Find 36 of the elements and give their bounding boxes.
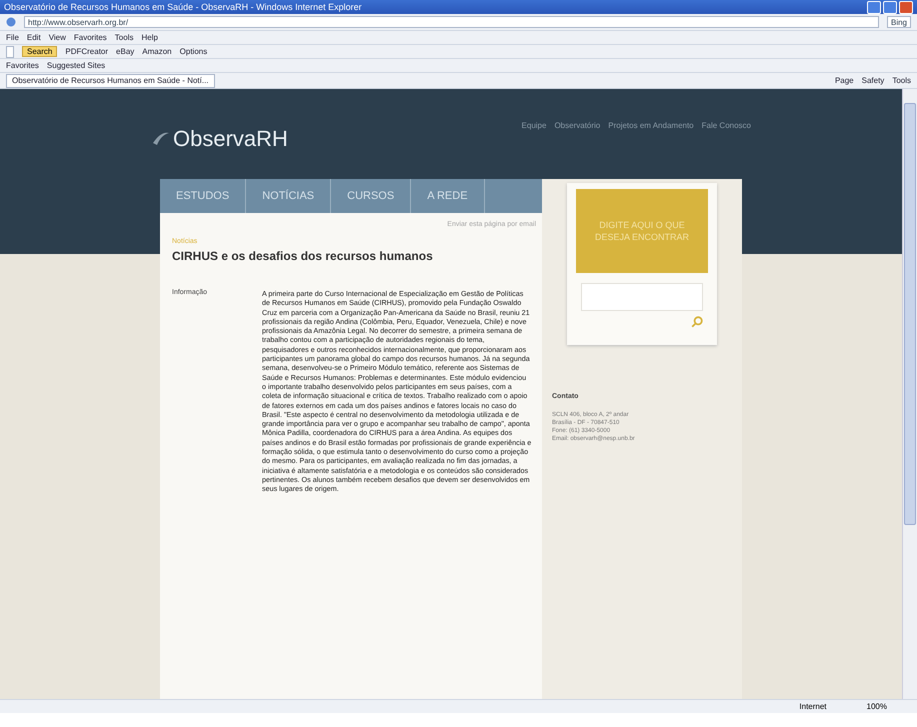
search-input[interactable] xyxy=(581,283,703,311)
search-prompt: DIGITE AQUI O QUE DESEJA ENCONTRAR xyxy=(594,219,690,243)
menu-item[interactable]: Tools xyxy=(114,33,134,42)
favorites-button[interactable]: Favorites xyxy=(6,61,39,70)
zone-status: Internet xyxy=(799,702,827,711)
favorite-link[interactable]: Suggested Sites xyxy=(46,61,106,70)
window-title: Observatório de Recursos Humanos em Saúde - ObservaRH - Windows Internet Explorer xyxy=(4,2,363,12)
menu-item[interactable]: View xyxy=(48,33,66,42)
close-button[interactable] xyxy=(899,0,913,14)
search-icon xyxy=(691,316,703,328)
menu-item[interactable]: Favorites xyxy=(74,33,107,42)
maximize-button[interactable] xyxy=(883,0,897,14)
command-menu[interactable]: Page xyxy=(834,76,854,85)
top-link[interactable]: Equipe xyxy=(522,121,546,130)
toolbar-search-field[interactable] xyxy=(6,46,14,58)
top-link[interactable]: Projetos em Andamento xyxy=(608,121,694,130)
article-title: CIRHUS e os desafios dos recursos humanos xyxy=(172,249,434,263)
minimize-button[interactable] xyxy=(867,0,881,14)
search-field[interactable]: Bing xyxy=(886,16,911,28)
top-link[interactable]: Fale Conosco xyxy=(702,121,751,130)
menu-item[interactable]: File xyxy=(6,33,19,42)
toolbar-item[interactable]: Options xyxy=(180,47,208,56)
scrollbar[interactable] xyxy=(902,89,917,699)
command-menu[interactable]: Safety xyxy=(862,76,884,85)
zoom-control[interactable]: 100% xyxy=(866,702,887,711)
menu-item[interactable]: Help xyxy=(141,33,158,42)
top-link[interactable]: Observatório xyxy=(554,121,600,130)
toolbar-item[interactable]: PDFCreator xyxy=(65,47,108,56)
menu-item[interactable]: Edit xyxy=(26,33,41,42)
toolbar-item[interactable]: eBay xyxy=(116,47,134,56)
command-menu[interactable]: Tools xyxy=(892,76,911,85)
search-button[interactable]: Search xyxy=(22,46,58,57)
toolbar-item[interactable]: Amazon xyxy=(142,47,172,56)
address-field[interactable]: http://www.observarh.org.br/ xyxy=(24,16,879,28)
browser-tab[interactable]: Observatório de Recursos Humanos em Saúde - Notí... xyxy=(6,74,215,88)
site-logo[interactable]: ObservaRH xyxy=(173,126,288,152)
